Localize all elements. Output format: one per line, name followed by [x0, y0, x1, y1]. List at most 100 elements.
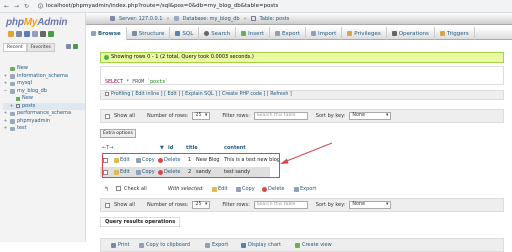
help-icon[interactable] — [24, 31, 30, 37]
sidebar-tools — [66, 44, 78, 49]
link-icon[interactable] — [73, 44, 78, 49]
filter-input[interactable]: Search this table — [253, 201, 308, 209]
navigation-panel: phpMyAdmin Recent Favorites New + informa… — [0, 13, 86, 242]
profiling-checkbox[interactable] — [105, 91, 109, 96]
sidebar-icon-row — [8, 31, 54, 37]
column-arrows[interactable]: ←T→ — [102, 145, 113, 151]
copy-to-clipboard-button[interactable]: Copy to clipboard — [139, 242, 190, 248]
breadcrumb-database[interactable]: Database: my_blog_db — [183, 16, 240, 22]
success-text: Showing rows 0 - 1 (2 total, Query took … — [111, 54, 254, 60]
tree-item-label: phpmyadmin — [17, 117, 51, 124]
tree-item-new-table[interactable]: New — [3, 95, 85, 103]
tree-item-performance-schema[interactable]: + performance_schema — [3, 110, 85, 118]
bulk-delete-button[interactable]: Delete — [262, 186, 284, 192]
query-results-operations-bar: Print Copy to clipboard Export Display c… — [100, 238, 504, 252]
chevron-down-icon: ▾ — [385, 202, 389, 207]
expand-icon[interactable]: + — [3, 125, 8, 133]
rows-select[interactable]: 25 ▾ — [192, 112, 211, 120]
reload-nav-icon[interactable] — [48, 31, 54, 37]
tab-label: Search — [211, 30, 231, 37]
tab-import[interactable]: Import — [306, 27, 343, 40]
bulk-copy-button[interactable]: Copy — [236, 186, 255, 192]
breadcrumb-table[interactable]: Table: posts — [260, 16, 290, 22]
op-label: Print — [118, 242, 130, 248]
column-header-content[interactable]: content — [224, 145, 246, 151]
show-all-checkbox[interactable] — [105, 202, 110, 208]
logout-icon[interactable] — [16, 31, 22, 37]
expand-icon[interactable]: + — [3, 73, 8, 81]
with-selected-label: With selected: — [168, 186, 204, 192]
tree-item-new[interactable]: New — [3, 65, 85, 73]
docs-icon[interactable] — [32, 31, 38, 37]
filter-label: Filter rows: — [222, 202, 250, 208]
tree-item-label: mysql — [17, 80, 32, 86]
tree-item-mysql[interactable]: + mysql — [3, 80, 85, 88]
check-all-checkbox[interactable] — [116, 186, 121, 191]
tab-search[interactable]: Search — [199, 27, 237, 40]
tree-item-information-schema[interactable]: + information_schema — [3, 73, 85, 81]
op-label: Display chart — [248, 242, 282, 248]
tab-operations[interactable]: Operations — [387, 27, 435, 40]
create-view-button[interactable]: Create view — [295, 242, 332, 248]
back-icon[interactable]: ← — [4, 3, 9, 10]
filter-input[interactable]: Search this table — [253, 112, 308, 120]
export-icon — [274, 31, 280, 36]
operations-icon — [391, 31, 397, 36]
logo-my: My — [23, 17, 38, 28]
phpmyadmin-logo[interactable]: phpMyAdmin — [6, 17, 68, 28]
tree-item-test[interactable]: + test — [3, 125, 85, 133]
expand-icon[interactable]: + — [9, 103, 14, 111]
settings-icon[interactable] — [40, 31, 46, 37]
collapse-icon[interactable]: − — [3, 88, 8, 96]
query-results-operations-title: Query results operations — [100, 217, 181, 227]
column-header-title[interactable]: title — [186, 145, 198, 151]
tree-item-label: my_blog_db — [17, 87, 47, 94]
info-icon[interactable] — [38, 3, 43, 9]
tab-structure[interactable]: Structure — [127, 27, 171, 40]
home-icon[interactable] — [8, 31, 14, 37]
database-tree: New + information_schema + mysql − my_blog_… — [3, 65, 85, 133]
reload-icon[interactable]: ↻ — [24, 3, 29, 10]
display-chart-button[interactable]: Display chart — [241, 242, 281, 248]
sort-select[interactable]: None ▾ — [349, 201, 392, 209]
rows-select[interactable]: 25 ▾ — [192, 201, 211, 209]
expand-icon[interactable]: + — [3, 110, 8, 118]
extra-options-button[interactable]: Extra options — [100, 129, 136, 138]
tree-item-posts[interactable]: + posts — [3, 102, 85, 111]
collapse-all-icon[interactable] — [66, 44, 71, 49]
tree-item-my-blog-db[interactable]: − my_blog_db — [3, 88, 85, 96]
tab-browse[interactable]: Browse — [86, 27, 127, 40]
database-icon — [10, 111, 15, 116]
expand-icon[interactable]: + — [3, 80, 8, 88]
sort-select[interactable]: None ▾ — [349, 112, 392, 120]
tab-sql[interactable]: SQL — [170, 27, 200, 40]
tree-item-phpmyadmin[interactable]: + phpmyadmin — [3, 118, 85, 126]
bulk-edit-button[interactable]: Edit — [212, 186, 228, 192]
database-icon — [10, 119, 15, 124]
browser-bar: ← → ↻ localhost/phpmyadmin/index.php?rou… — [0, 0, 512, 13]
sort-label: Sort by key: — [315, 202, 346, 208]
query-action-links[interactable]: [ Edit inline ] [ Edit ] [ Explain SQL ]… — [132, 92, 292, 97]
sort-value: None — [352, 113, 365, 118]
tab-favorites[interactable]: Favorites — [26, 43, 55, 52]
forward-icon[interactable]: → — [14, 3, 19, 10]
expand-icon[interactable]: + — [3, 118, 8, 126]
export-button[interactable]: Export — [205, 242, 228, 248]
tab-privileges[interactable]: Privileges — [342, 27, 387, 40]
tab-triggers[interactable]: Triggers — [435, 27, 475, 40]
address-bar[interactable]: localhost/phpmyadmin/index.php?route=/sq… — [46, 2, 278, 10]
column-header-id[interactable]: id — [168, 145, 173, 151]
bulk-export-button[interactable]: Export — [294, 186, 316, 192]
breadcrumb-server[interactable]: Server: 127.0.0.1 — [119, 16, 162, 22]
print-button[interactable]: Print — [111, 242, 130, 248]
tab-recent[interactable]: Recent — [3, 43, 27, 52]
show-all-checkbox[interactable] — [105, 113, 110, 119]
tab-insert[interactable]: Insert — [236, 27, 270, 40]
tab-label: Triggers — [446, 30, 469, 37]
bulk-actions-bar: ↰ Check all With selected: Edit Copy Del… — [100, 183, 504, 195]
tab-export[interactable]: Export — [270, 27, 306, 40]
copy-icon — [236, 186, 241, 192]
database-icon — [10, 81, 15, 86]
breadcrumb-separator: » — [166, 15, 170, 22]
search-icon — [204, 31, 210, 36]
